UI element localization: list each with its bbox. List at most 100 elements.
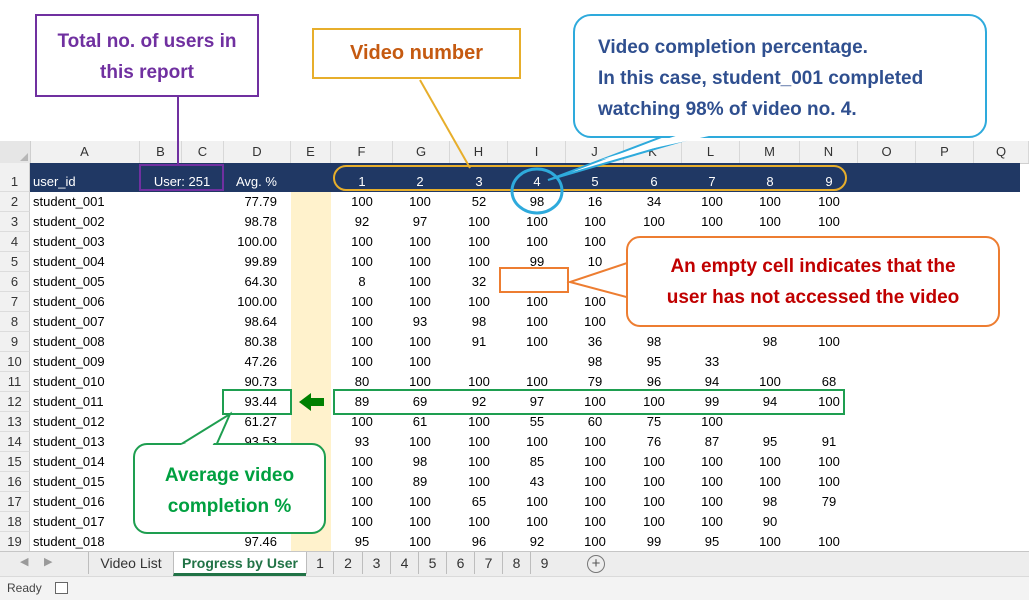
tab-scroll-left-icon[interactable]: ◀ [20,555,28,568]
cell-video-completion[interactable]: 100 [570,232,620,252]
cell-video-completion[interactable]: 100 [395,432,445,452]
row-number[interactable]: 6 [0,272,30,292]
cell-video-completion[interactable]: 100 [337,472,387,492]
cell-video-completion[interactable]: 76 [629,432,679,452]
cell-user-id[interactable]: student_001 [33,192,138,212]
cell-user-id[interactable]: student_009 [33,352,138,372]
cell-video-completion[interactable]: 89 [395,472,445,492]
cell-video-completion[interactable]: 99 [687,392,737,412]
row-number[interactable]: 8 [0,312,30,332]
row-number-1[interactable]: 1 [0,163,30,192]
cell-avg-percent[interactable]: 90.73 [224,372,277,392]
cell-video-completion[interactable]: 65 [454,492,504,512]
row-number[interactable]: 10 [0,352,30,372]
column-header-c[interactable]: C [182,141,224,163]
cell-avg-percent[interactable]: 93.44 [224,392,277,412]
cell-video-completion[interactable] [804,412,854,432]
cell-video-completion[interactable]: 100 [337,232,387,252]
cell-video-completion[interactable] [454,352,504,372]
cell-video-completion[interactable]: 79 [804,492,854,512]
cell-video-completion[interactable]: 100 [395,492,445,512]
cell-video-completion[interactable]: 100 [512,312,562,332]
cell-video-completion[interactable]: 85 [512,452,562,472]
cell-video-completion[interactable] [804,352,854,372]
cell-video-completion[interactable]: 98 [395,452,445,472]
cell-video-completion[interactable]: 94 [687,372,737,392]
tab-video-8[interactable]: 8 [502,552,530,574]
cell-video-completion[interactable]: 98 [745,332,795,352]
cell-video-completion[interactable]: 100 [687,212,737,232]
cell-video-completion[interactable]: 100 [570,272,620,292]
cell-video-completion[interactable] [687,332,737,352]
cell-video-completion[interactable]: 61 [395,412,445,432]
cell-video-completion[interactable]: 95 [337,532,387,552]
row-number[interactable]: 12 [0,392,30,412]
cell-video-completion[interactable]: 100 [512,212,562,232]
row-number[interactable]: 13 [0,412,30,432]
cell-video-completion[interactable]: 99 [512,252,562,272]
tab-video-1[interactable]: 1 [306,552,333,574]
cell-video-completion[interactable]: 100 [337,512,387,532]
cell-video-completion[interactable]: 43 [512,472,562,492]
cell-video-completion[interactable]: 100 [454,232,504,252]
cell-video-completion[interactable]: 100 [687,192,737,212]
cell-video-completion[interactable]: 89 [337,392,387,412]
cell-user-id[interactable]: student_006 [33,292,138,312]
cell-avg-percent[interactable]: 100.00 [224,292,277,312]
column-header-p[interactable]: P [916,141,974,163]
cell-video-completion[interactable]: 100 [570,212,620,232]
cell-video-completion[interactable]: 100 [745,452,795,472]
cell-video-completion[interactable]: 100 [629,212,679,232]
cell-video-completion[interactable]: 100 [395,332,445,352]
cell-video-completion[interactable]: 96 [629,372,679,392]
cell-video-completion[interactable]: 100 [687,512,737,532]
cell-avg-percent[interactable]: 99.89 [224,252,277,272]
cell-user-id[interactable]: student_007 [33,312,138,332]
cell-avg-percent[interactable]: 64.30 [224,272,277,292]
cell-video-completion[interactable]: 100 [745,212,795,232]
cell-video-completion[interactable]: 100 [454,372,504,392]
cell-video-completion[interactable]: 100 [454,252,504,272]
cell-video-completion[interactable]: 100 [512,332,562,352]
cell-video-completion[interactable]: 100 [395,512,445,532]
cell-video-completion[interactable]: 68 [804,372,854,392]
cell-avg-percent[interactable]: 98.78 [224,212,277,232]
cell-user-id[interactable]: student_010 [33,372,138,392]
row-number[interactable]: 7 [0,292,30,312]
cell-video-completion[interactable]: 100 [395,352,445,372]
column-header-n[interactable]: N [800,141,858,163]
row-number[interactable]: 9 [0,332,30,352]
cell-avg-percent[interactable]: 80.38 [224,332,277,352]
cell-video-completion[interactable]: 55 [512,412,562,432]
cell-video-completion[interactable]: 100 [629,472,679,492]
cell-video-completion[interactable]: 100 [454,472,504,492]
cell-video-completion[interactable]: 52 [454,192,504,212]
cell-video-header-5[interactable]: 5 [570,163,620,192]
cell-avg-header[interactable]: Avg. % [236,163,291,192]
column-header-d[interactable]: D [224,141,291,163]
cell-video-completion[interactable]: 98 [745,492,795,512]
cell-video-completion[interactable]: 98 [512,192,562,212]
cell-video-completion[interactable]: 100 [337,492,387,512]
cell-video-completion[interactable]: 100 [337,292,387,312]
cell-video-completion[interactable]: 100 [804,532,854,552]
tab-video-2[interactable]: 2 [333,552,362,574]
cell-user-count[interactable]: User: 251 [142,163,222,192]
cell-video-completion[interactable]: 32 [454,272,504,292]
cell-video-completion[interactable]: 100 [804,212,854,232]
cell-video-completion[interactable]: 100 [337,332,387,352]
cell-video-header-8[interactable]: 8 [745,163,795,192]
cell-video-completion[interactable]: 90 [745,512,795,532]
cell-video-completion[interactable]: 95 [629,352,679,372]
cell-video-completion[interactable]: 100 [395,532,445,552]
row-number[interactable]: 2 [0,192,30,212]
row-number[interactable]: 14 [0,432,30,452]
cell-video-completion[interactable]: 94 [745,392,795,412]
cell-video-completion[interactable]: 91 [804,432,854,452]
cell-avg-percent[interactable]: 97.46 [224,532,277,552]
cell-video-completion[interactable]: 98 [454,312,504,332]
cell-video-completion[interactable] [512,352,562,372]
tab-video-list[interactable]: Video List [88,552,173,574]
row-number[interactable]: 18 [0,512,30,532]
cell-video-completion[interactable]: 100 [570,512,620,532]
